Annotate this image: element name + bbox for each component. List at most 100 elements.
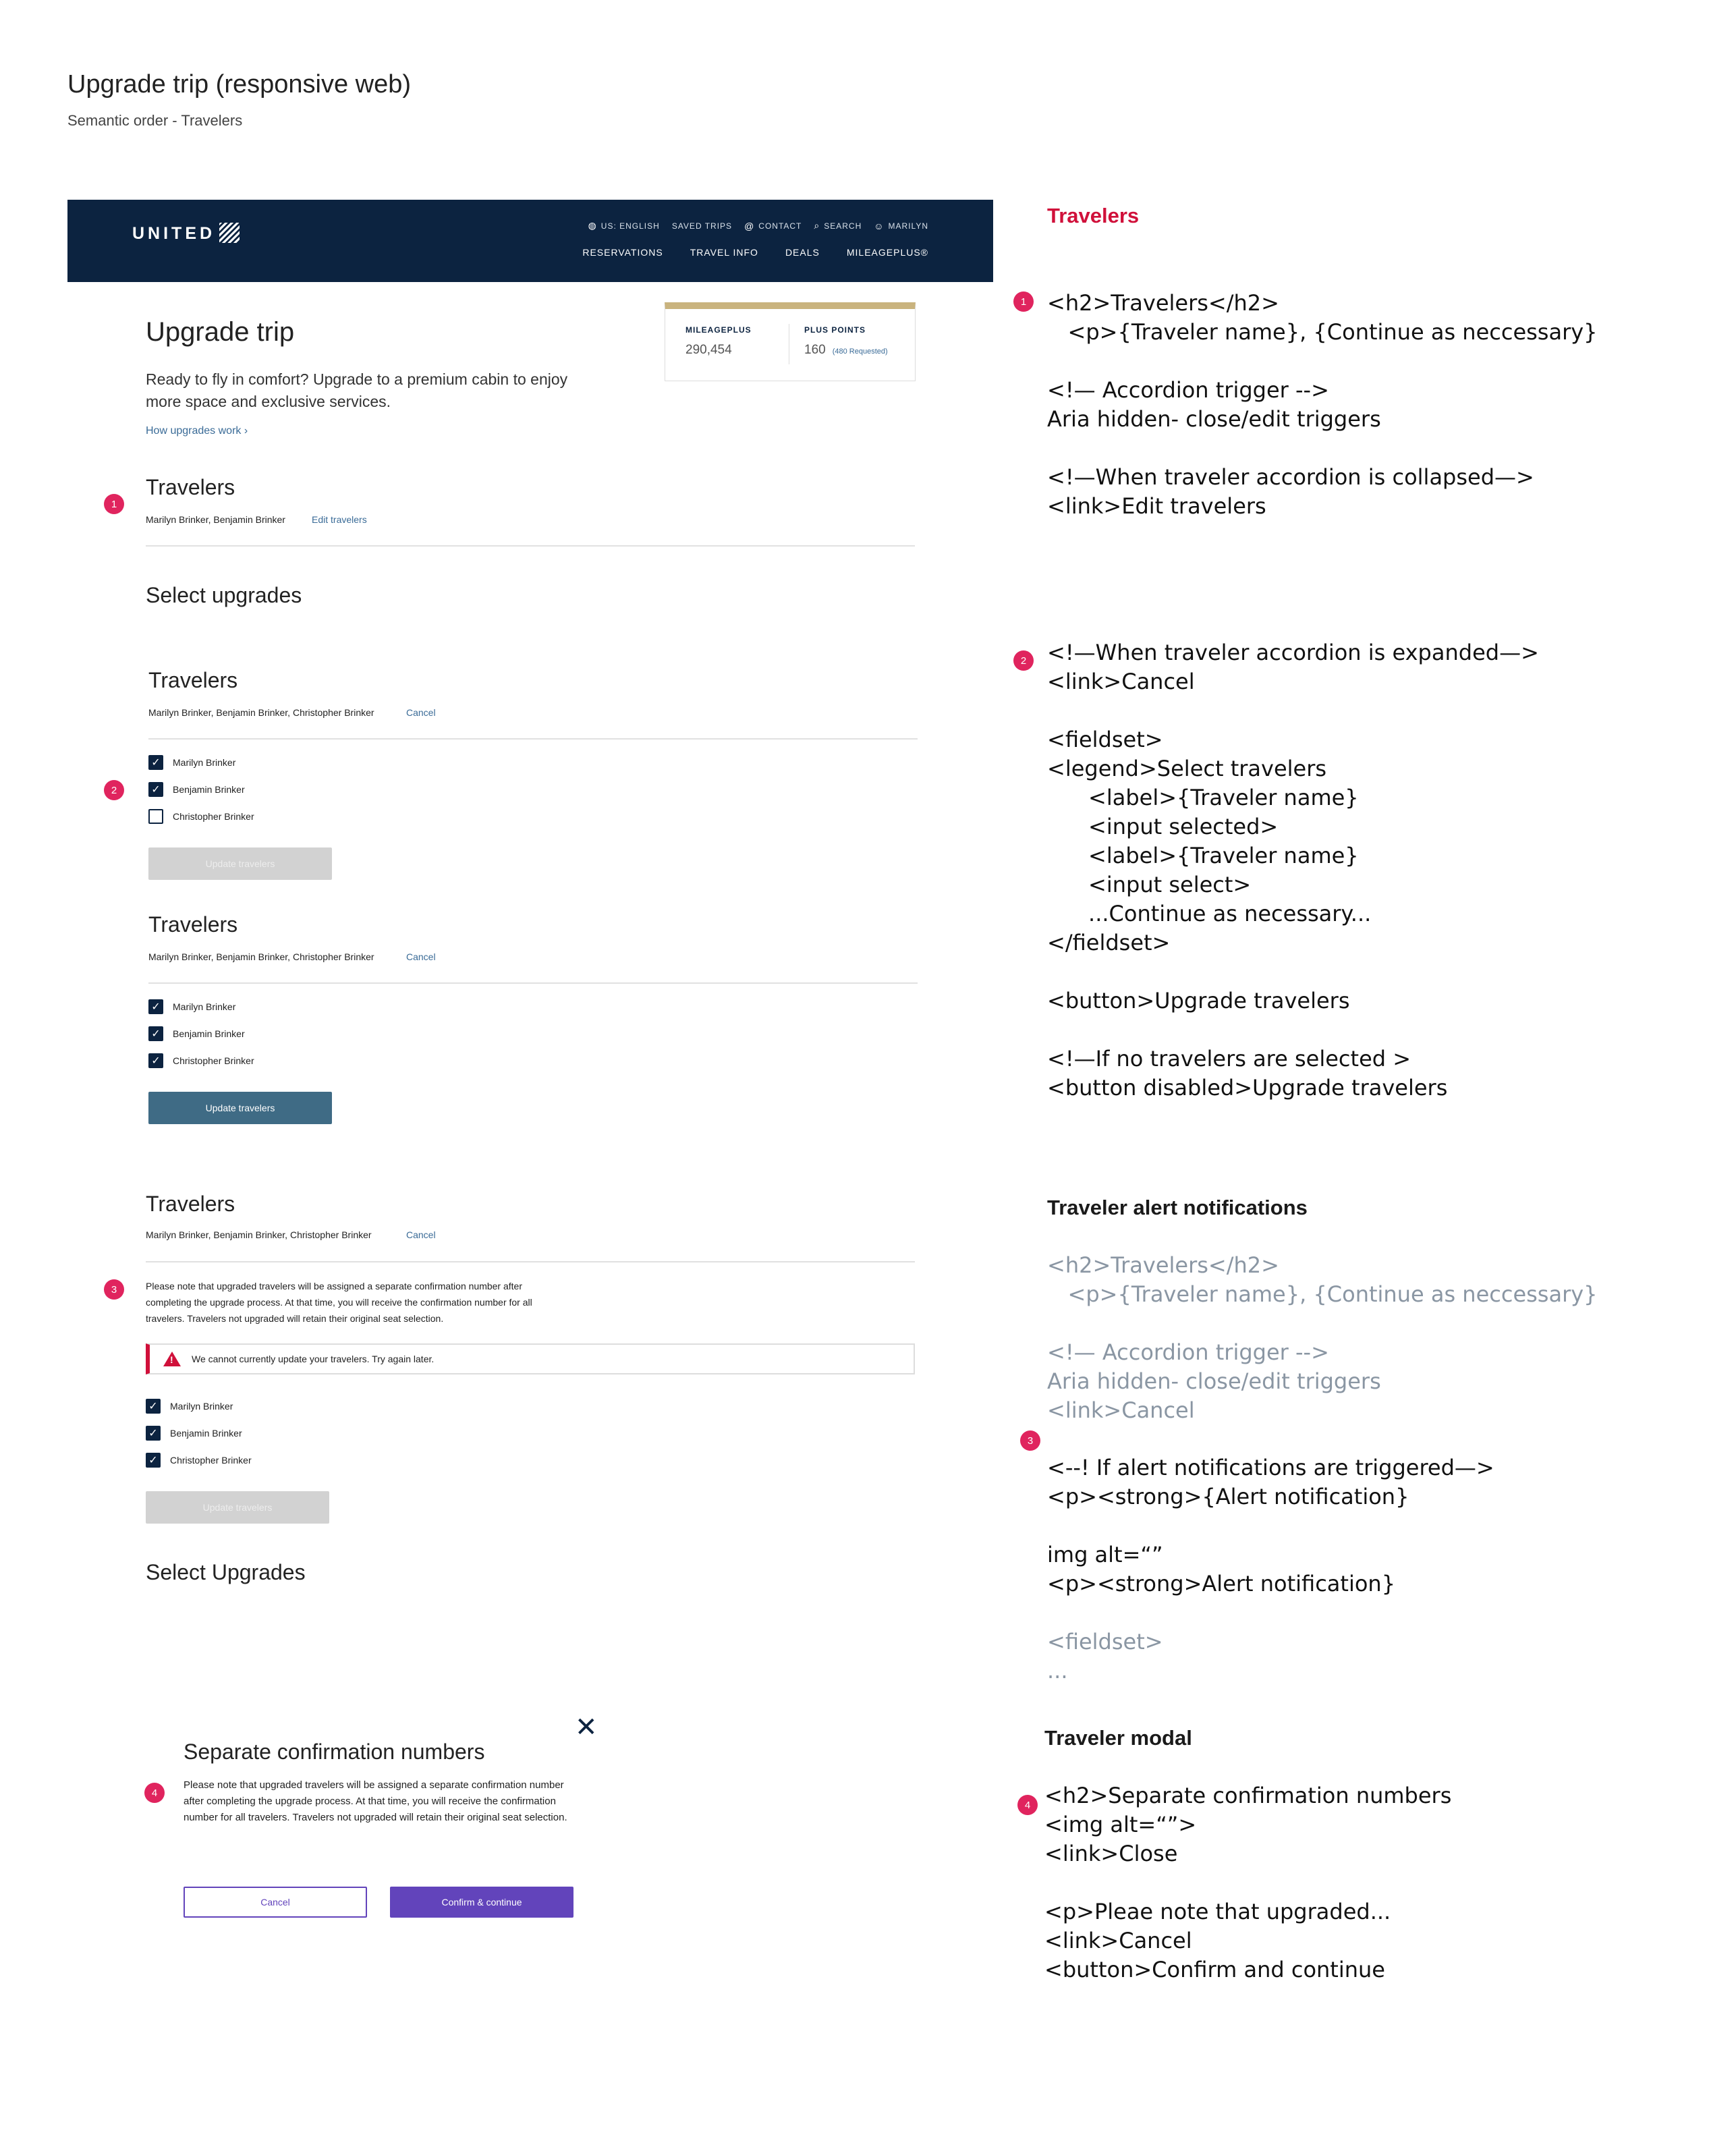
search-link[interactable]: ⌕ SEARCH — [814, 220, 862, 231]
checkbox-checked-icon[interactable]: ✓ — [146, 1453, 161, 1468]
traveler-checkbox-row[interactable]: Christopher Brinker — [148, 809, 254, 824]
traveler-checkbox-row[interactable]: ✓ Marilyn Brinker — [148, 999, 235, 1014]
traveler-names: Marilyn Brinker, Benjamin Brinker, Chris… — [148, 951, 374, 962]
annotation-badge-1: 1 — [104, 494, 124, 514]
notes-travelers-heading: Travelers — [1047, 204, 1140, 227]
notes-block-3: <--! If alert notifications are triggere… — [1047, 1455, 1494, 1596]
traveler-checkbox-row[interactable]: ✓ Marilyn Brinker — [148, 755, 235, 770]
traveler-label: Benjamin Brinker — [170, 1428, 242, 1439]
plus-points-label: PLUS POINTS — [804, 325, 866, 335]
close-icon[interactable]: ✕ — [575, 1714, 598, 1741]
annotation-badge-4: 4 — [144, 1783, 165, 1803]
traveler-label: Marilyn Brinker — [173, 757, 236, 768]
select-upgrades-heading: Select upgrades — [146, 583, 302, 607]
annotation-badge-3: 3 — [104, 1279, 124, 1300]
notes-block-2: <!—When traveler accordion is expanded—>… — [1047, 640, 1539, 1101]
update-travelers-button-disabled[interactable]: Update travelers — [146, 1491, 329, 1524]
notes-block-3-tail: <fieldset> ... — [1047, 1629, 1163, 1684]
traveler-label: Christopher Brinker — [170, 1455, 252, 1466]
checkbox-checked-icon[interactable]: ✓ — [148, 782, 163, 797]
select-upgrades-heading: Select Upgrades — [146, 1560, 306, 1584]
annotation-badge-2: 2 — [104, 780, 124, 800]
notes-alerts-heading: Traveler alert notifications — [1047, 1196, 1308, 1219]
doc-subtitle: Semantic order - Travelers — [67, 112, 243, 129]
cancel-link[interactable]: Cancel — [406, 707, 436, 718]
checkbox-checked-icon[interactable]: ✓ — [148, 1026, 163, 1041]
contact-label: CONTACT — [758, 221, 802, 231]
checkbox-checked-icon[interactable]: ✓ — [146, 1426, 161, 1441]
edit-travelers-link[interactable]: Edit travelers — [312, 514, 367, 525]
modal-body: Please note that upgraded travelers will… — [184, 1779, 567, 1823]
main-nav: RESERVATIONS TRAVEL INFO DEALS MILEAGEPL… — [582, 247, 928, 258]
page-title: Upgrade trip — [146, 317, 295, 347]
confirm-continue-button[interactable]: Confirm & continue — [390, 1887, 573, 1918]
update-travelers-button[interactable]: Update travelers — [148, 1092, 332, 1124]
nav-reservations[interactable]: RESERVATIONS — [582, 247, 663, 258]
plus-points-value: 160 (480 Requested) — [804, 343, 888, 358]
logo-text: UNITED — [132, 224, 216, 243]
mileageplus-label: MILEAGEPLUS — [685, 325, 752, 335]
cancel-link[interactable]: Cancel — [406, 1229, 436, 1240]
alert-text: We cannot currently update your traveler… — [192, 1354, 435, 1364]
mileageplus-value: 290,454 — [685, 343, 732, 357]
traveler-checkbox-row[interactable]: ✓ Christopher Brinker — [146, 1453, 252, 1468]
nav-mileageplus[interactable]: MILEAGEPLUS® — [847, 247, 928, 258]
cancel-button[interactable]: Cancel — [184, 1887, 367, 1918]
annotation-badge-1: 1 — [1013, 291, 1034, 312]
traveler-label: Christopher Brinker — [173, 1055, 254, 1066]
traveler-checkbox-row[interactable]: ✓ Christopher Brinker — [148, 1053, 254, 1068]
at-icon: @ — [744, 220, 755, 231]
traveler-label: Benjamin Brinker — [173, 1028, 245, 1039]
checkbox-checked-icon[interactable]: ✓ — [146, 1399, 161, 1414]
travelers-heading: Travelers — [148, 912, 238, 937]
annotation-badge-2: 2 — [1013, 650, 1034, 671]
globe-icon: ◍ — [588, 220, 597, 231]
site-header: UNITED ◍ US: ENGLISH SAVED TRIPS @ CONTACT… — [67, 200, 993, 282]
notes-block-1: <h2>Travelers</h2> <p>{Traveler name}, {… — [1047, 290, 1598, 519]
doc-title: Upgrade trip (responsive web) — [67, 70, 412, 99]
contact-link[interactable]: @ CONTACT — [744, 220, 802, 231]
alert-notification: We cannot currently update your traveler… — [146, 1343, 915, 1374]
modal-title: Separate confirmation numbers — [184, 1740, 485, 1764]
annotation-badge-3: 3 — [1020, 1430, 1040, 1451]
traveler-checkbox-row[interactable]: ✓ Marilyn Brinker — [146, 1399, 233, 1414]
utility-nav: ◍ US: ENGLISH SAVED TRIPS @ CONTACT ⌕ SEARC… — [588, 220, 928, 231]
notes-block-3-context: <h2>Travelers</h2> <p>{Traveler name}, {… — [1047, 1252, 1598, 1423]
update-travelers-button-disabled[interactable]: Update travelers — [148, 847, 332, 880]
saved-trips-link[interactable]: SAVED TRIPS — [672, 220, 732, 231]
language-link[interactable]: ◍ US: ENGLISH — [588, 220, 660, 231]
plus-points-requested: (480 Requested) — [832, 347, 888, 356]
divider — [146, 545, 915, 547]
search-label: SEARCH — [824, 221, 862, 231]
how-upgrades-work-link[interactable]: How upgrades work › — [146, 425, 248, 437]
checkbox-unchecked-icon[interactable] — [148, 809, 163, 824]
notes-modal-heading: Traveler modal — [1044, 1726, 1192, 1750]
search-icon: ⌕ — [814, 220, 820, 231]
checkbox-checked-icon[interactable]: ✓ — [148, 1053, 163, 1068]
traveler-names: Marilyn Brinker, Benjamin Brinker, Chris… — [146, 1229, 372, 1240]
notes-block-4: <h2>Separate confirmation numbers <img a… — [1044, 1783, 1452, 1982]
travelers-heading: Travelers — [146, 475, 235, 499]
united-logo[interactable]: UNITED — [132, 223, 240, 244]
traveler-names: Marilyn Brinker, Benjamin Brinker, Chris… — [148, 707, 374, 718]
account-link[interactable]: ☺ MARILYN — [874, 220, 928, 231]
traveler-checkbox-row[interactable]: ✓ Benjamin Brinker — [148, 782, 245, 797]
traveler-label: Christopher Brinker — [173, 811, 254, 822]
traveler-checkbox-row[interactable]: ✓ Benjamin Brinker — [146, 1426, 242, 1441]
points-card: MILEAGEPLUS 290,454 PLUS POINTS 160 (480 … — [665, 302, 916, 381]
checkbox-checked-icon[interactable]: ✓ — [148, 999, 163, 1014]
globe-logo-icon — [219, 223, 240, 243]
account-label: MARILYN — [888, 221, 928, 231]
user-icon: ☺ — [874, 220, 885, 231]
traveler-label: Marilyn Brinker — [170, 1401, 233, 1412]
cancel-link[interactable]: Cancel — [406, 951, 436, 962]
travelers-heading: Travelers — [146, 1192, 235, 1216]
traveler-names: Marilyn Brinker, Benjamin Brinker — [146, 514, 285, 525]
traveler-checkbox-row[interactable]: ✓ Benjamin Brinker — [148, 1026, 245, 1041]
nav-deals[interactable]: DEALS — [785, 247, 820, 258]
upgrade-note: Please note that upgraded travelers will… — [146, 1281, 532, 1324]
traveler-label: Benjamin Brinker — [173, 784, 245, 795]
nav-travel-info[interactable]: TRAVEL INFO — [690, 247, 758, 258]
checkbox-checked-icon[interactable]: ✓ — [148, 755, 163, 770]
divider — [148, 982, 918, 984]
